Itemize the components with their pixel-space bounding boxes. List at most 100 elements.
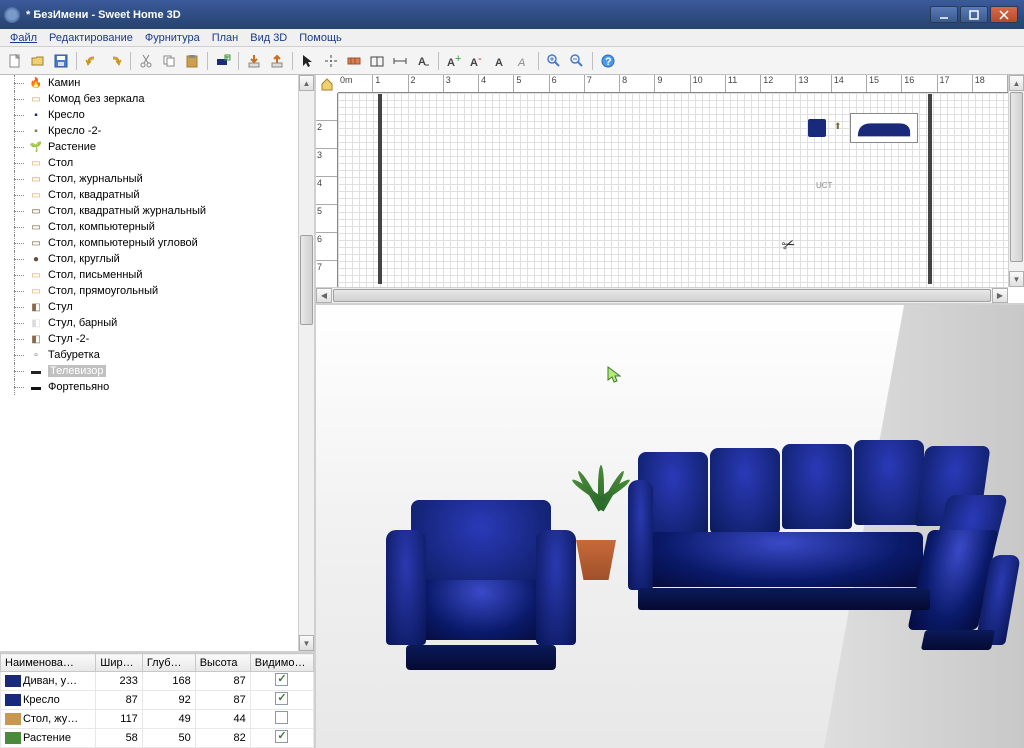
catalog-item[interactable]: ▭Стол, компьютерный угловой	[0, 235, 298, 251]
scroll-down-icon[interactable]: ▼	[299, 635, 314, 651]
menu-edit[interactable]: Редактирование	[43, 31, 139, 45]
create-walls-button[interactable]	[343, 50, 365, 72]
save-button[interactable]	[50, 50, 72, 72]
catalog-item[interactable]: ▭Комод без зеркала	[0, 91, 298, 107]
create-room-button[interactable]	[366, 50, 388, 72]
text-italic-button[interactable]: A	[512, 50, 534, 72]
catalog-item[interactable]: ◧Стул -2-	[0, 331, 298, 347]
minimize-button[interactable]	[930, 6, 958, 23]
catalog-item[interactable]: ▭Стол, прямоугольный	[0, 283, 298, 299]
open-button[interactable]	[27, 50, 49, 72]
wall-segment[interactable]	[928, 94, 932, 284]
checkbox-icon[interactable]	[275, 711, 288, 724]
catalog-scrollbar[interactable]: ▲ ▼	[298, 75, 314, 651]
cell-visible[interactable]	[250, 710, 313, 729]
cell-visible[interactable]	[250, 729, 313, 748]
scroll-thumb[interactable]	[1010, 92, 1023, 262]
scroll-up-icon[interactable]: ▲	[299, 75, 314, 91]
menu-furniture[interactable]: Фурнитура	[139, 31, 206, 45]
plan-scrollbar-v[interactable]: ▲ ▼	[1008, 75, 1024, 287]
scroll-thumb[interactable]	[300, 235, 313, 325]
plan-furniture-chair[interactable]	[808, 119, 826, 137]
zoom-in-button[interactable]	[543, 50, 565, 72]
text-bold-button[interactable]: A	[489, 50, 511, 72]
catalog-item[interactable]: ▭Стол, письменный	[0, 267, 298, 283]
catalog-item[interactable]: ◧Стул, барный	[0, 315, 298, 331]
camera-icon[interactable]: ✂	[779, 233, 798, 256]
wall-segment[interactable]	[378, 94, 382, 284]
catalog-item[interactable]: 🔥Камин	[0, 75, 298, 91]
col-width[interactable]: Шир…	[96, 654, 143, 672]
3d-view[interactable]	[316, 305, 1024, 748]
redo-button[interactable]	[104, 50, 126, 72]
close-button[interactable]	[990, 6, 1018, 23]
scroll-down-icon[interactable]: ▼	[1009, 271, 1024, 287]
menu-help[interactable]: Помощь	[293, 31, 348, 45]
cell-visible[interactable]	[250, 691, 313, 710]
maximize-button[interactable]	[960, 6, 988, 23]
menu-view3d[interactable]: Вид 3D	[244, 31, 293, 45]
catalog-item[interactable]: ▭Стол	[0, 155, 298, 171]
select-tool-button[interactable]	[297, 50, 319, 72]
col-visible[interactable]: Видимо…	[250, 654, 313, 672]
cell-visible[interactable]	[250, 672, 313, 691]
plan-furniture-plant[interactable]: ⬆	[834, 121, 842, 132]
window-controls	[930, 6, 1018, 23]
plan-view[interactable]: 0m123456789101112131415161718 234567 ⬆ U…	[316, 75, 1024, 305]
cell-width: 117	[96, 710, 143, 729]
3d-corner-sofa[interactable]	[628, 440, 1018, 650]
export-button[interactable]	[266, 50, 288, 72]
col-depth[interactable]: Глуб…	[142, 654, 195, 672]
plan-grid[interactable]: ⬆ UCT ✂	[338, 93, 1008, 287]
undo-button[interactable]	[81, 50, 103, 72]
cut-button[interactable]	[135, 50, 157, 72]
col-height[interactable]: Высота	[195, 654, 250, 672]
catalog-list[interactable]: 🔥Камин▭Комод без зеркала▪Кресло▪Кресло -…	[0, 75, 298, 651]
catalog-item[interactable]: ▬Фортепьяно	[0, 379, 298, 395]
catalog-item[interactable]: ▬Телевизор	[0, 363, 298, 379]
plan-selection-box[interactable]	[850, 113, 918, 143]
3d-armchair[interactable]	[386, 500, 576, 670]
catalog-item[interactable]: ◧Стул	[0, 299, 298, 315]
pan-tool-button[interactable]	[320, 50, 342, 72]
scroll-up-icon[interactable]: ▲	[1009, 75, 1024, 91]
add-furniture-button[interactable]	[212, 50, 234, 72]
cell-width: 87	[96, 691, 143, 710]
plan-scrollbar-h[interactable]: ◀ ▶	[316, 287, 1008, 303]
furniture-icon: 🌱	[28, 140, 44, 154]
paste-button[interactable]	[181, 50, 203, 72]
create-text-button[interactable]: A	[412, 50, 434, 72]
scroll-right-icon[interactable]: ▶	[992, 288, 1008, 303]
new-button[interactable]	[4, 50, 26, 72]
copy-button[interactable]	[158, 50, 180, 72]
scroll-left-icon[interactable]: ◀	[316, 288, 332, 303]
checkbox-icon[interactable]	[275, 692, 288, 705]
checkbox-icon[interactable]	[275, 730, 288, 743]
table-row[interactable]: Диван, у…23316887	[1, 672, 314, 691]
col-name[interactable]: Наименова…	[1, 654, 96, 672]
catalog-item[interactable]: ▭Стол, квадратный	[0, 187, 298, 203]
catalog-item[interactable]: ▭Стол, журнальный	[0, 171, 298, 187]
catalog-item[interactable]: ▫Табуретка	[0, 347, 298, 363]
text-decrease-button[interactable]: A-	[466, 50, 488, 72]
create-dimensions-button[interactable]	[389, 50, 411, 72]
text-increase-button[interactable]: A+	[443, 50, 465, 72]
3d-plant[interactable]	[571, 540, 621, 580]
checkbox-icon[interactable]	[275, 673, 288, 686]
menu-plan[interactable]: План	[206, 31, 245, 45]
help-button[interactable]: ?	[597, 50, 619, 72]
catalog-item[interactable]: ▭Стол, компьютерный	[0, 219, 298, 235]
zoom-out-button[interactable]	[566, 50, 588, 72]
catalog-item[interactable]: ●Стол, круглый	[0, 251, 298, 267]
catalog-item[interactable]: 🌱Растение	[0, 139, 298, 155]
catalog-item[interactable]: ▭Стол, квадратный журнальный	[0, 203, 298, 219]
catalog-item[interactable]: ▪Кресло	[0, 107, 298, 123]
catalog-item[interactable]: ▪Кресло -2-	[0, 123, 298, 139]
table-row[interactable]: Кресло879287	[1, 691, 314, 710]
table-row[interactable]: Стол, жу…1174944	[1, 710, 314, 729]
menu-file[interactable]: Файл	[4, 31, 43, 45]
scroll-thumb[interactable]	[333, 289, 991, 302]
import-button[interactable]	[243, 50, 265, 72]
cell-height: 87	[195, 691, 250, 710]
table-row[interactable]: Растение585082	[1, 729, 314, 748]
